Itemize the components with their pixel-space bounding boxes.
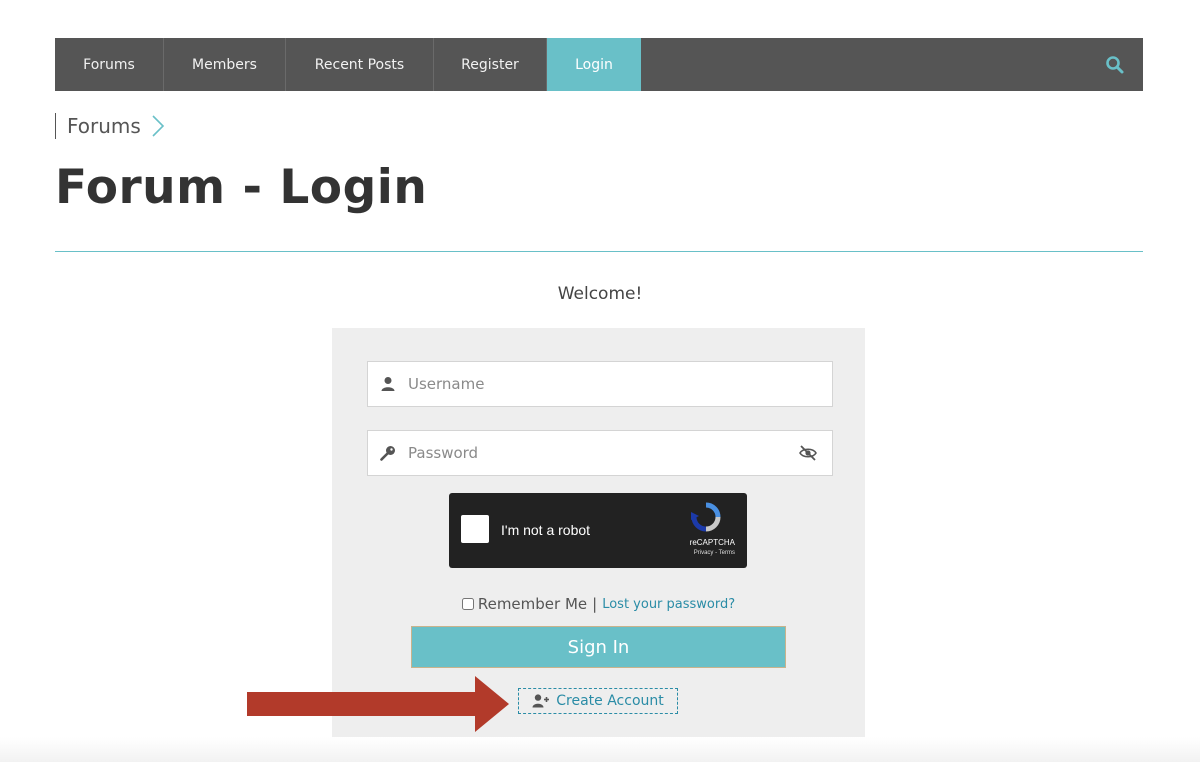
nav-item-members[interactable]: Members bbox=[164, 38, 286, 91]
nav-item-label: Recent Posts bbox=[314, 56, 405, 73]
lost-password-link[interactable]: Lost your password? bbox=[602, 597, 735, 612]
key-icon bbox=[380, 446, 395, 461]
create-account-label: Create Account bbox=[556, 693, 664, 709]
username-field bbox=[367, 361, 833, 407]
top-navigation: Forums Members Recent Posts Register Log… bbox=[55, 38, 1143, 91]
nav-item-label: Forums bbox=[83, 56, 135, 73]
password-field bbox=[367, 430, 833, 476]
create-account-button[interactable]: Create Account bbox=[518, 688, 678, 714]
recaptcha-brand: reCAPTCHA bbox=[689, 538, 735, 547]
password-input[interactable] bbox=[406, 443, 798, 463]
welcome-text: Welcome! bbox=[557, 284, 643, 304]
nav-item-recent-posts[interactable]: Recent Posts bbox=[286, 38, 434, 91]
recaptcha-checkbox[interactable] bbox=[461, 515, 489, 543]
nav-item-login[interactable]: Login bbox=[547, 38, 641, 91]
breadcrumb: Forums bbox=[55, 113, 165, 139]
nav-item-forums[interactable]: Forums bbox=[55, 38, 164, 91]
breadcrumb-forums-link[interactable]: Forums bbox=[67, 114, 141, 138]
remember-me-checkbox[interactable] bbox=[461, 598, 474, 610]
search-icon[interactable] bbox=[1105, 55, 1125, 75]
nav-item-register[interactable]: Register bbox=[434, 38, 547, 91]
recaptcha-privacy-terms[interactable]: Privacy - Terms bbox=[694, 550, 735, 556]
recaptcha-widget: I'm not a robot reCAPTCHA Privacy - Term… bbox=[449, 493, 747, 568]
chevron-right-icon bbox=[152, 115, 164, 137]
remember-me-label: Remember Me bbox=[477, 595, 588, 613]
nav-item-label: Register bbox=[461, 56, 519, 73]
title-divider bbox=[55, 251, 1143, 252]
separator: | bbox=[592, 595, 598, 613]
sign-in-label: Sign In bbox=[567, 636, 630, 658]
recaptcha-label: I'm not a robot bbox=[501, 522, 591, 538]
annotation-arrow bbox=[247, 676, 509, 732]
nav-item-label: Members bbox=[192, 56, 257, 73]
username-input[interactable] bbox=[406, 374, 832, 394]
remember-row: Remember Me | Lost your password? bbox=[332, 595, 865, 613]
recaptcha-logo-icon bbox=[691, 502, 721, 532]
nav-item-label: Login bbox=[575, 56, 613, 73]
page-bottom-fade bbox=[0, 737, 1200, 762]
eye-slash-icon[interactable] bbox=[798, 443, 818, 463]
user-icon bbox=[381, 377, 395, 391]
page-title: Forum - Login bbox=[55, 160, 428, 215]
sign-in-button[interactable]: Sign In bbox=[411, 626, 786, 668]
user-plus-icon bbox=[532, 694, 550, 708]
